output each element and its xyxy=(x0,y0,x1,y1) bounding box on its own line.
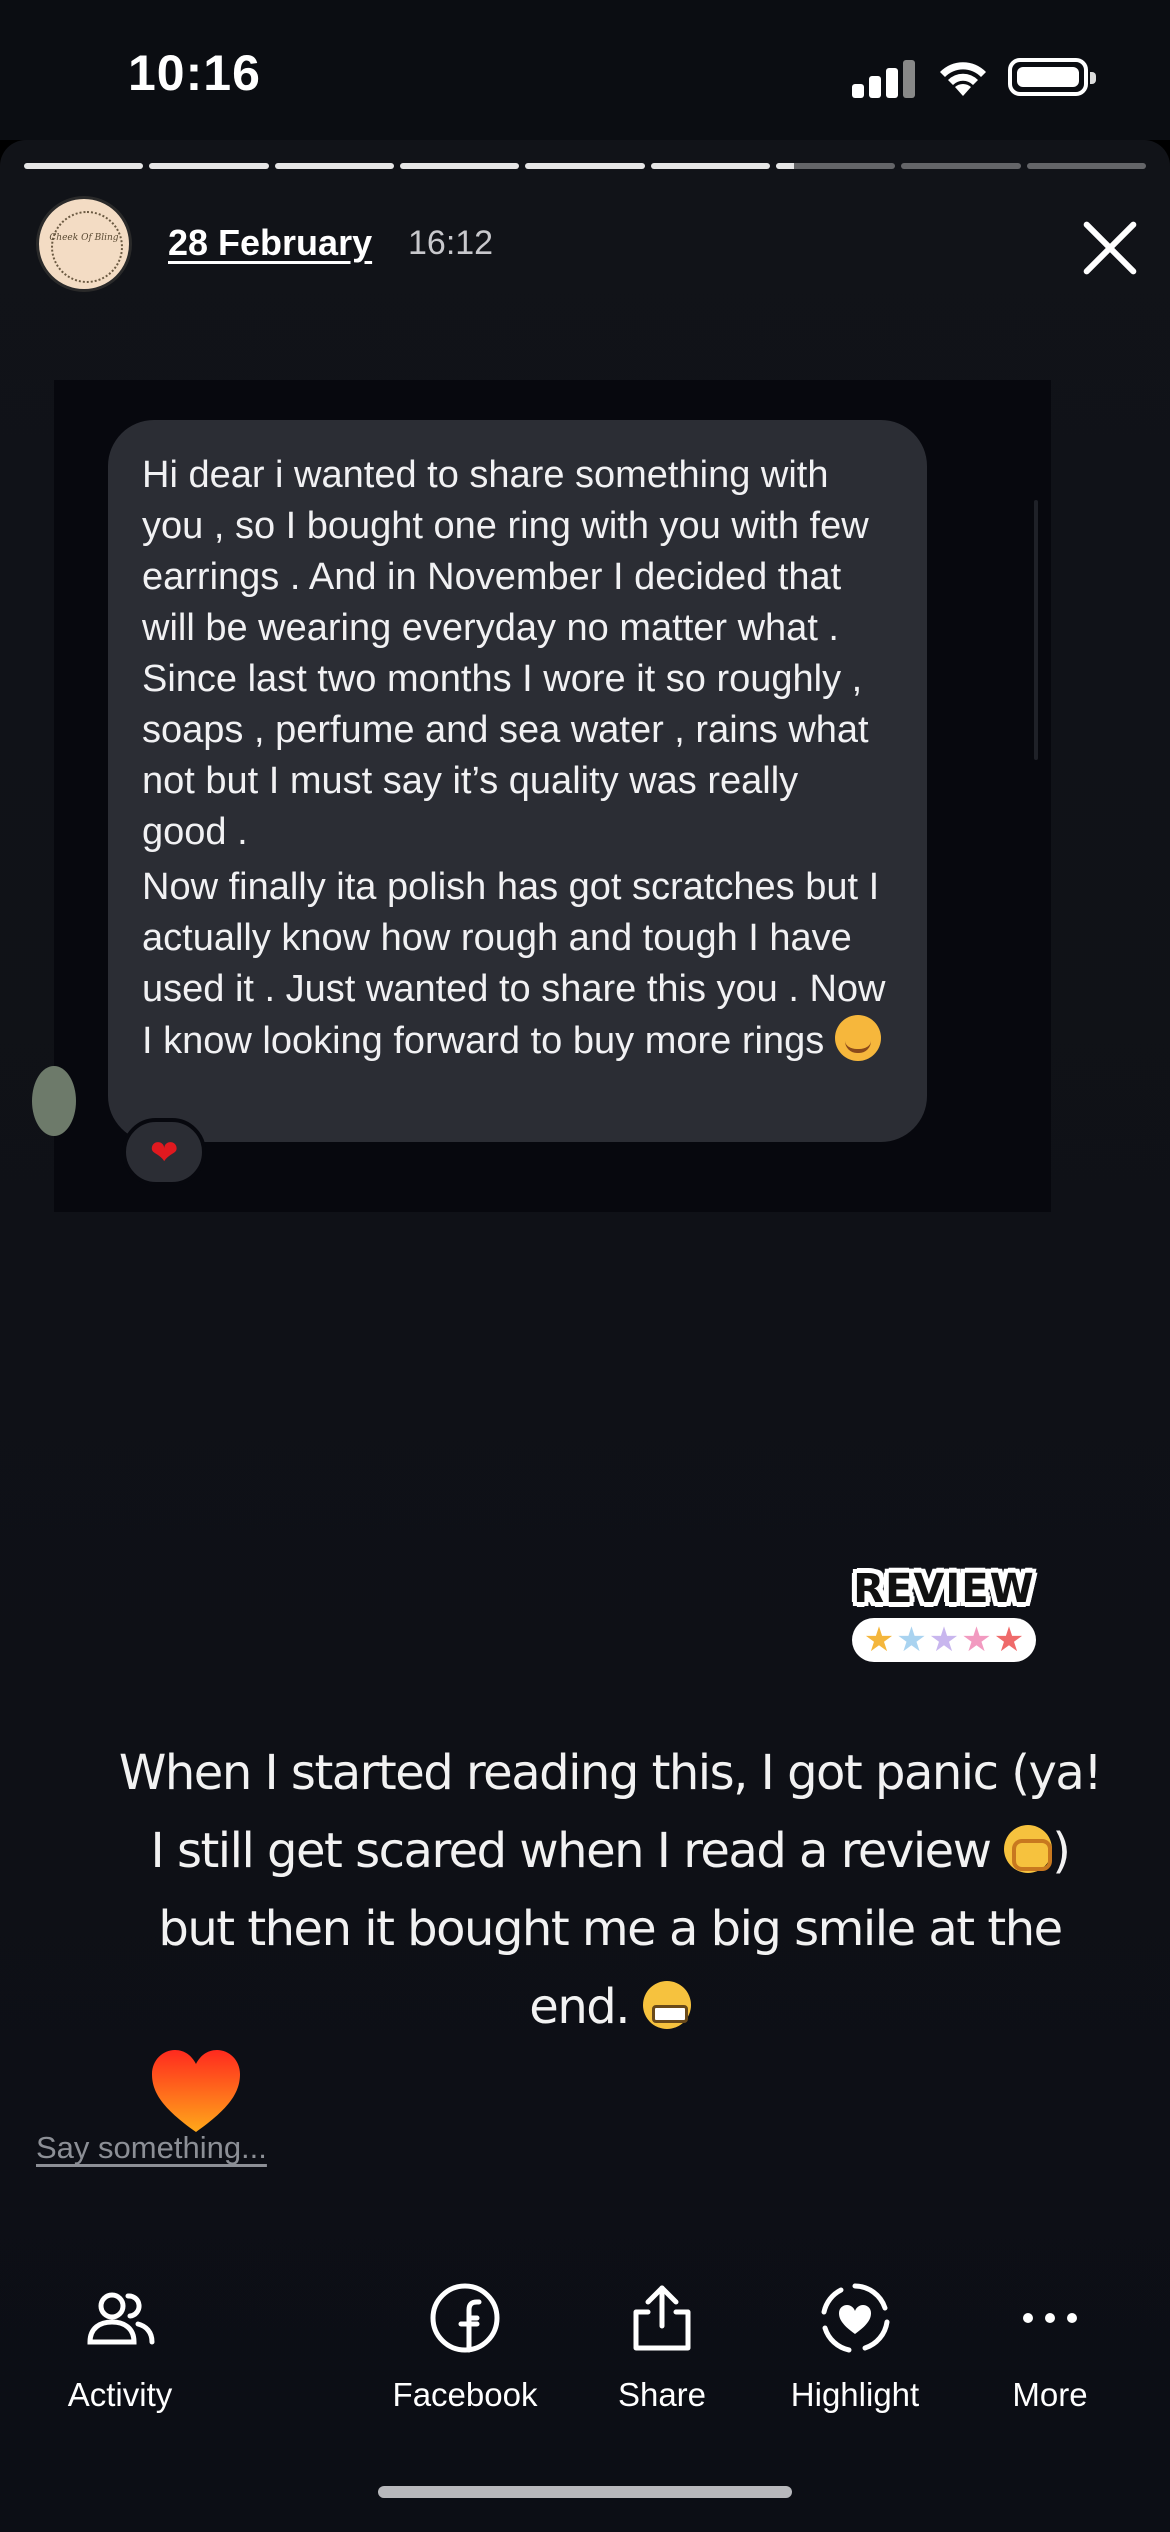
highlight-label: Highlight xyxy=(790,2376,920,2413)
status-time: 10:16 xyxy=(128,45,261,101)
more-button[interactable]: More xyxy=(990,2272,1110,2422)
sender-avatar xyxy=(32,1066,76,1136)
face-with-open-eyes-and-hand-icon xyxy=(1004,1825,1053,1873)
wifi-icon xyxy=(938,56,988,98)
progress-segment-fill xyxy=(399,163,520,169)
bottom-action-bar: Activity Facebook Share Highlight More xyxy=(0,2272,1170,2422)
progress-segment xyxy=(650,163,770,169)
facebook-icon xyxy=(427,2280,503,2356)
message-screenshot: Hi dear i wanted to share something with… xyxy=(32,380,1051,1212)
status-bar: 10:16 xyxy=(0,0,1170,140)
avatar-logo-text: Cheek Of Bling xyxy=(49,233,119,243)
star-icon: ★ xyxy=(928,1621,960,1659)
cellular-signal-icon xyxy=(852,58,916,98)
heart-icon xyxy=(152,2050,240,2134)
highlight-icon xyxy=(817,2280,893,2356)
story-progress-bar xyxy=(24,163,1146,169)
story-date-link[interactable]: 28 February xyxy=(168,222,372,264)
progress-segment xyxy=(775,163,896,169)
share-label: Share xyxy=(617,2376,707,2413)
progress-segment xyxy=(399,163,520,169)
more-icon xyxy=(1012,2280,1088,2356)
story-time: 16:12 xyxy=(408,224,494,262)
more-label: More xyxy=(1012,2376,1088,2413)
message-paragraph-text: Now finally ita polish has got scratches… xyxy=(142,866,886,1062)
highlight-button[interactable]: Highlight xyxy=(770,2272,940,2422)
close-icon[interactable] xyxy=(1074,212,1146,284)
progress-segment-fill xyxy=(775,163,794,169)
star-icon: ★ xyxy=(863,1621,895,1659)
progress-segment-fill xyxy=(274,163,394,169)
share-icon xyxy=(624,2280,700,2356)
star-icon: ★ xyxy=(961,1621,992,1659)
caption-text: When I started reading this, I got panic… xyxy=(118,1745,1103,1879)
heart-icon: ❤ xyxy=(150,1134,179,1172)
activity-button[interactable]: Activity xyxy=(40,2272,200,2422)
wreath-logo-icon xyxy=(51,211,123,283)
progress-segment xyxy=(1026,163,1146,169)
review-sticker-text: REVIEW xyxy=(853,1566,1035,1612)
progress-segment-fill xyxy=(525,163,645,169)
progress-segment xyxy=(525,163,645,169)
progress-segment-fill xyxy=(149,163,269,169)
share-button[interactable]: Share xyxy=(600,2272,724,2422)
progress-segment xyxy=(24,163,144,169)
message-bubble: Hi dear i wanted to share something with… xyxy=(108,420,927,1142)
star-icon: ★ xyxy=(993,1621,1025,1659)
scrollbar xyxy=(1034,500,1038,760)
home-indicator[interactable] xyxy=(378,2486,792,2498)
progress-segment xyxy=(274,163,394,169)
progress-segment xyxy=(149,163,269,169)
activity-label: Activity xyxy=(67,2376,173,2413)
star-rating: ★ ★ ★ ★ ★ xyxy=(852,1618,1036,1662)
battery-icon xyxy=(1008,58,1096,96)
story-caption: When I started reading this, I got panic… xyxy=(110,1734,1110,2046)
facebook-label: Facebook xyxy=(392,2376,538,2413)
message-paragraph: Now finally ita polish has got scratches… xyxy=(142,862,893,1067)
grimacing-face-icon xyxy=(642,1981,691,2029)
reply-input[interactable]: Say something... xyxy=(36,2130,267,2166)
smiling-face-with-hearts-icon xyxy=(834,1015,881,1061)
review-sticker: REVIEW ★ ★ ★ ★ ★ xyxy=(846,1560,1042,1664)
message-paragraph: Hi dear i wanted to share something with… xyxy=(142,454,869,853)
people-icon xyxy=(82,2280,158,2356)
facebook-button[interactable]: Facebook xyxy=(380,2272,550,2422)
account-avatar[interactable]: Cheek Of Bling xyxy=(36,196,132,292)
star-icon: ★ xyxy=(896,1621,927,1659)
message-reaction: ❤ xyxy=(122,1118,206,1186)
progress-segment xyxy=(901,163,1021,169)
progress-segment-fill xyxy=(650,163,770,169)
progress-segment-fill xyxy=(24,163,144,169)
